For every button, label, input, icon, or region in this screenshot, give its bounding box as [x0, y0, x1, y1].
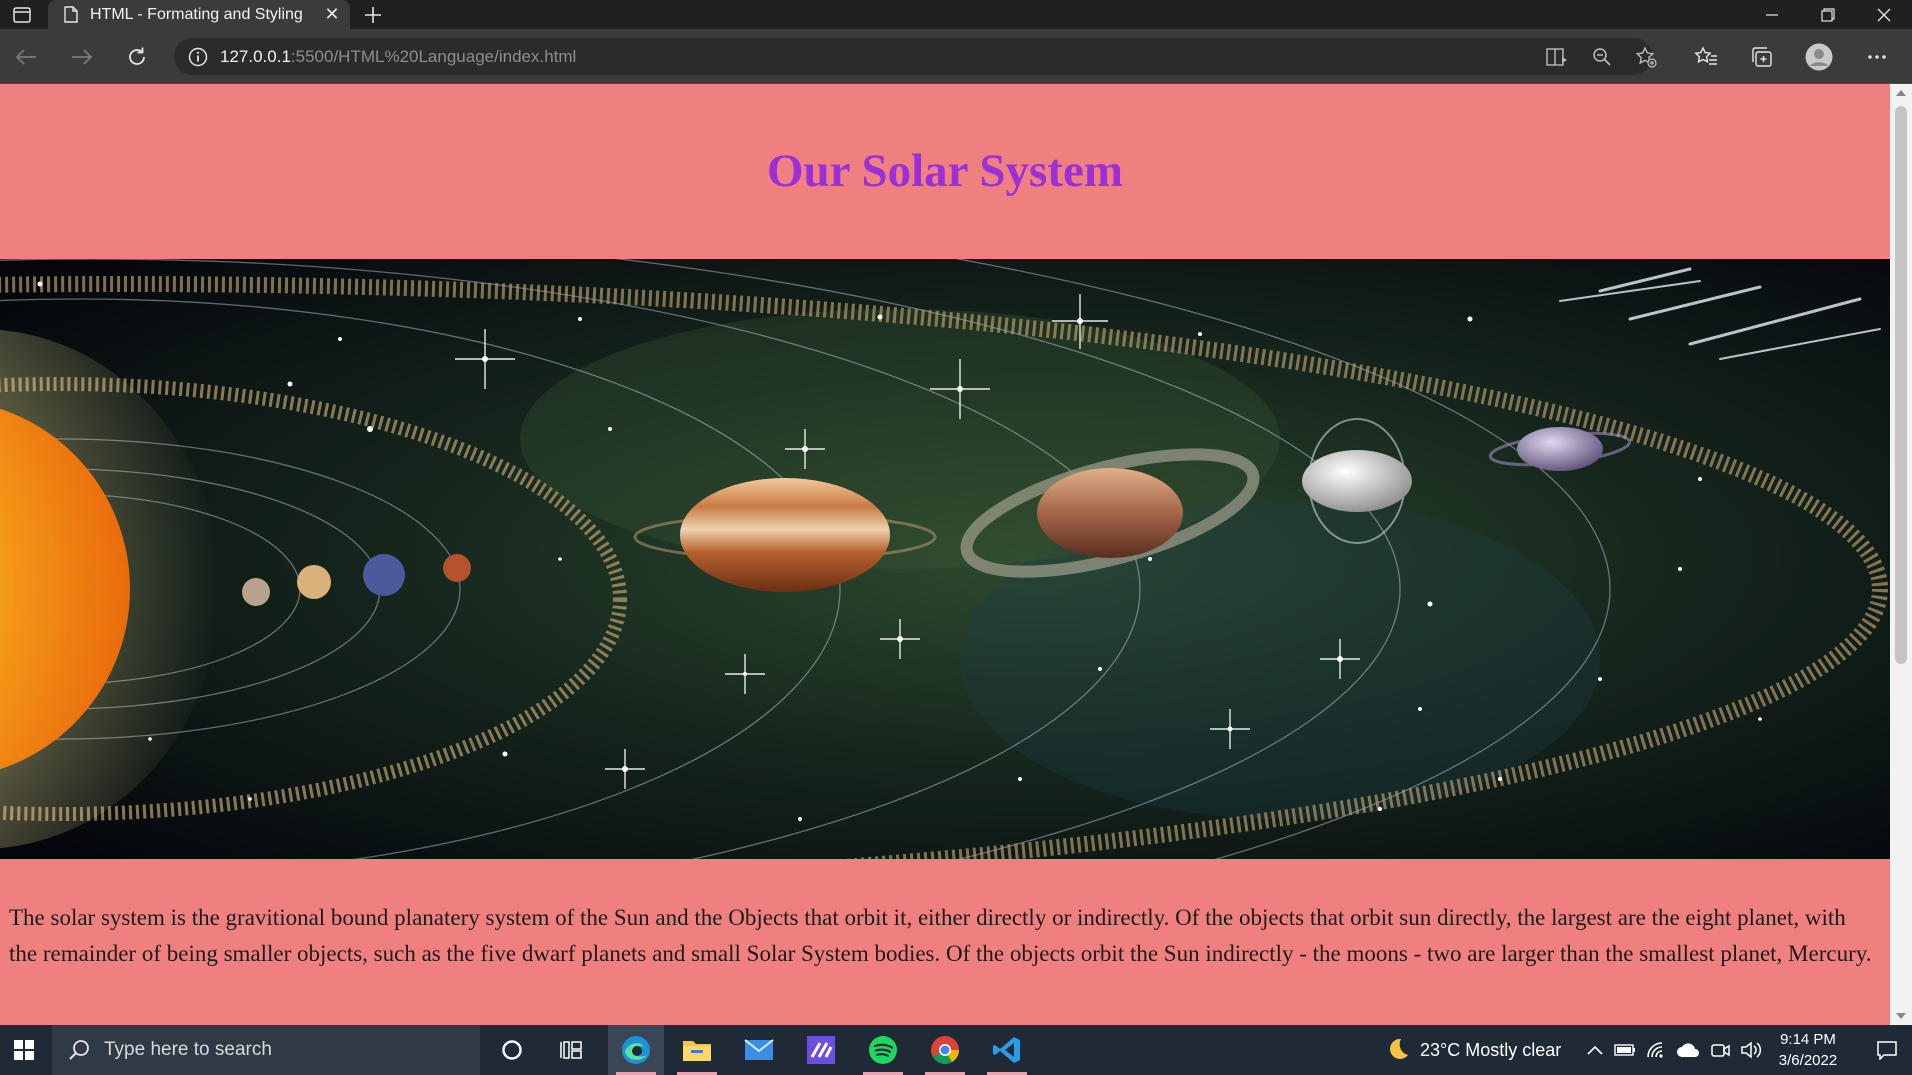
page-viewport: Our Solar System The solar system is the… — [0, 84, 1912, 1025]
tab-actions-icon — [13, 6, 31, 23]
task-view-button[interactable] — [544, 1025, 600, 1075]
weather-text: 23°C Mostly clear — [1420, 1039, 1562, 1060]
chrome-button[interactable] — [917, 1025, 973, 1075]
scroll-up-arrow-icon[interactable] — [1890, 84, 1912, 102]
zoom-button[interactable] — [1590, 46, 1614, 68]
taskbar-search-box[interactable]: Type here to search — [52, 1025, 480, 1075]
solar-system-image — [0, 259, 1890, 859]
close-tab-icon[interactable]: ✕ — [322, 4, 342, 25]
site-info-icon[interactable] — [188, 47, 208, 67]
close-icon — [1877, 8, 1891, 21]
window-controls — [1744, 0, 1912, 29]
visual-studio-icon — [807, 1036, 835, 1064]
file-explorer-icon — [683, 1041, 711, 1061]
page-heading: Our Solar System — [766, 145, 1123, 197]
address-bar[interactable]: 127.0.0.1:5500/HTML%20Language/index.htm… — [174, 38, 1657, 75]
profile-button[interactable] — [1804, 42, 1834, 72]
mail-button[interactable] — [731, 1025, 787, 1075]
scroll-down-arrow-icon[interactable] — [1890, 1007, 1912, 1025]
forward-button[interactable] — [66, 41, 98, 73]
refresh-icon — [129, 47, 145, 65]
notification-icon — [1877, 1041, 1897, 1060]
windows-taskbar: Type here to search 23°C Mostly clear 9:… — [0, 1025, 1912, 1075]
chrome-icon — [931, 1036, 959, 1064]
browser-tab[interactable]: HTML - Formating and Styling ✕ — [48, 0, 350, 29]
weather-widget[interactable]: 23°C Mostly clear — [1384, 1025, 1561, 1075]
restore-icon — [1821, 7, 1835, 22]
more-dots-icon — [1868, 55, 1886, 59]
visual-studio-button[interactable] — [793, 1025, 849, 1075]
vertical-scrollbar[interactable] — [1890, 84, 1912, 1025]
forward-arrow-icon — [72, 49, 93, 65]
avatar-icon — [1805, 43, 1833, 71]
search-placeholder: Type here to search — [104, 1039, 272, 1060]
cortana-icon — [502, 1040, 522, 1060]
back-arrow-icon — [15, 49, 36, 65]
tab-title: HTML - Formating and Styling — [90, 5, 303, 23]
system-tray — [1586, 1025, 1762, 1075]
new-tab-button[interactable] — [360, 2, 386, 28]
favorites-button[interactable] — [1691, 42, 1721, 72]
close-window-button[interactable] — [1856, 0, 1912, 29]
url-text[interactable]: 127.0.0.1:5500/HTML%20Language/index.htm… — [220, 47, 576, 67]
zoom-out-icon — [1593, 48, 1611, 66]
mail-icon — [744, 1039, 774, 1060]
clock-time: 9:14 PM — [1780, 1031, 1836, 1048]
file-explorer-button[interactable] — [669, 1025, 725, 1075]
clock[interactable]: 9:14 PM 3/6/2022 — [1770, 1029, 1846, 1071]
battery-icon[interactable] — [1614, 1043, 1636, 1057]
show-hidden-icons-chevron-icon[interactable] — [1586, 1044, 1604, 1056]
browser-toolbar: 127.0.0.1:5500/HTML%20Language/index.htm… — [0, 29, 1912, 84]
windows-logo-icon — [14, 1040, 34, 1060]
task-view-icon — [560, 1041, 582, 1059]
search-icon — [69, 1040, 89, 1060]
url-host: 127.0.0.1 — [220, 46, 291, 66]
start-button[interactable] — [0, 1025, 48, 1075]
url-path: :5500/HTML%20Language/index.html — [290, 46, 577, 66]
plus-icon — [365, 7, 381, 23]
spotify-icon — [869, 1036, 897, 1064]
refresh-button[interactable] — [121, 41, 153, 73]
clock-date: 3/6/2022 — [1778, 1052, 1838, 1069]
immersive-reader-button[interactable] — [1545, 46, 1569, 68]
immersive-reader-icon — [1546, 48, 1567, 66]
minimize-icon — [1766, 13, 1778, 16]
star-plus-icon — [1635, 46, 1657, 68]
add-favorite-button[interactable] — [1634, 46, 1658, 68]
back-button[interactable] — [10, 41, 42, 73]
minimize-button[interactable] — [1744, 0, 1800, 29]
cortana-button[interactable] — [484, 1025, 540, 1075]
vscode-icon — [993, 1037, 1020, 1063]
moon-icon — [1390, 1038, 1408, 1059]
collections-icon — [1752, 47, 1772, 67]
wifi-icon[interactable] — [1646, 1041, 1666, 1059]
scroll-thumb[interactable] — [1895, 106, 1907, 664]
tab-strip: HTML - Formating and Styling ✕ — [0, 0, 1912, 29]
meet-now-icon[interactable] — [1710, 1041, 1730, 1059]
settings-more-button[interactable] — [1862, 42, 1892, 72]
favorites-icon — [1694, 46, 1717, 65]
vscode-button[interactable] — [979, 1025, 1035, 1075]
spotify-button[interactable] — [855, 1025, 911, 1075]
tab-actions-button[interactable] — [6, 2, 38, 27]
solar-system-illustration — [0, 259, 1890, 859]
edge-icon — [622, 1036, 650, 1064]
collections-button[interactable] — [1747, 42, 1777, 72]
description-paragraph: The solar system is the gravitional boun… — [9, 905, 1872, 966]
onedrive-cloud-icon[interactable] — [1676, 1042, 1700, 1058]
page-icon — [64, 6, 78, 23]
edge-taskbar-button[interactable] — [608, 1025, 664, 1075]
restore-button[interactable] — [1800, 0, 1856, 29]
volume-icon[interactable] — [1740, 1041, 1762, 1059]
notification-center-button[interactable] — [1862, 1025, 1912, 1075]
